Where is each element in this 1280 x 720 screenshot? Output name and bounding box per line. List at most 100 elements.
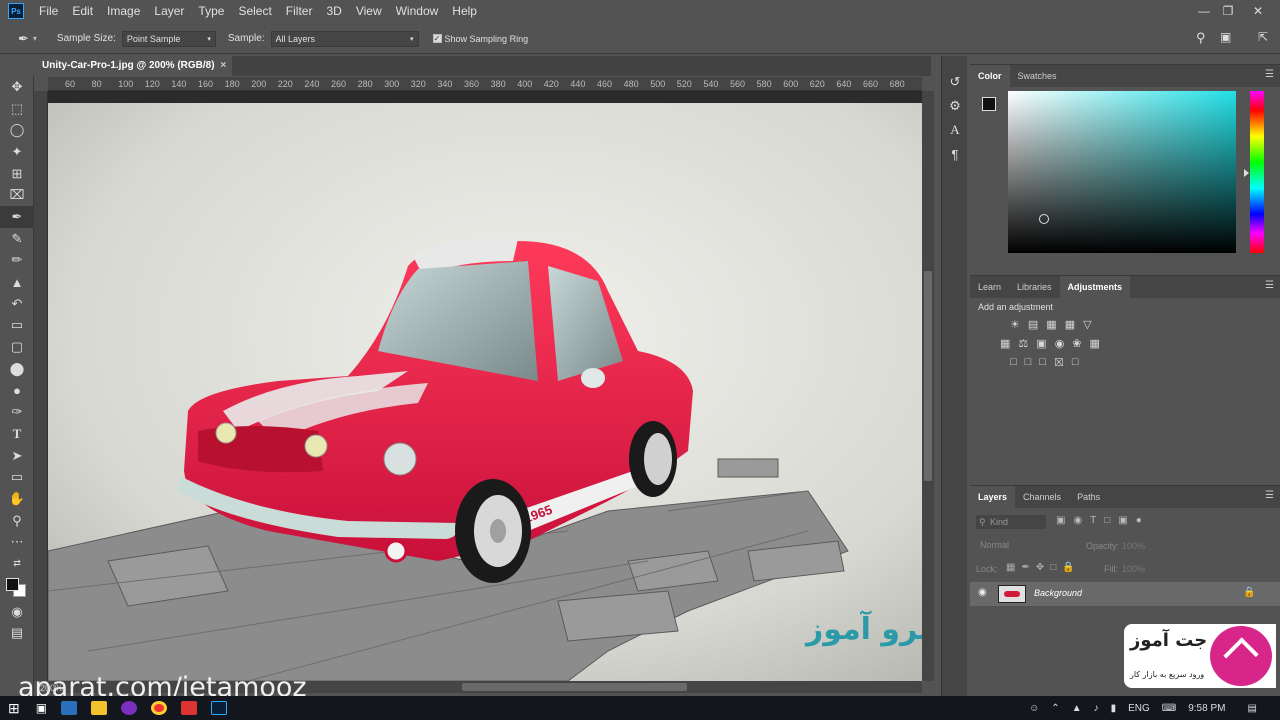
lasso-tool-icon[interactable]: ◯ <box>0 119 34 141</box>
fill-value[interactable]: 100% <box>1122 564 1145 574</box>
menu-window[interactable]: Window <box>389 0 446 22</box>
posterize-icon[interactable]: □ <box>1025 356 1032 369</box>
healing-brush-tool-icon[interactable]: ✎ <box>0 228 34 250</box>
channel-mixer-icon[interactable]: ❀ <box>1072 337 1081 350</box>
opacity-value[interactable]: 100% <box>1122 541 1145 551</box>
chevron-down-icon[interactable]: ▾ <box>33 34 37 43</box>
menu-edit[interactable]: Edit <box>65 0 100 22</box>
battery-icon[interactable]: ▮ <box>1111 703 1117 714</box>
threshold-icon[interactable]: □ <box>1039 356 1046 369</box>
eyedropper-tool-icon[interactable]: ✒ <box>18 31 29 47</box>
tab-adjustments[interactable]: Adjustments <box>1059 276 1131 298</box>
media-player-icon[interactable] <box>121 701 138 715</box>
tab-paths[interactable]: Paths <box>1069 486 1108 508</box>
panel-menu-icon[interactable]: ☰ <box>1265 490 1274 501</box>
menu-filter[interactable]: Filter <box>279 0 320 22</box>
hue-saturation-icon[interactable]: ▦ <box>1000 337 1010 350</box>
chrome-icon[interactable] <box>151 701 168 715</box>
hue-slider-handle[interactable] <box>1244 169 1249 177</box>
gradient-tool-icon[interactable]: ▢ <box>0 336 34 358</box>
close-icon[interactable]: ✕ <box>1244 0 1272 22</box>
wifi-icon[interactable]: ▲ <box>1072 703 1082 714</box>
search-icon[interactable]: ⚲ <box>1196 30 1206 46</box>
restore-icon[interactable]: ❐ <box>1214 0 1242 22</box>
exposure-icon[interactable]: ▦ <box>1065 318 1075 331</box>
photo-filter-icon[interactable]: ◉ <box>1055 337 1065 350</box>
pen-tool-icon[interactable]: ✑ <box>0 401 34 423</box>
hue-slider[interactable] <box>1250 91 1264 253</box>
language-indicator[interactable]: ENG <box>1128 703 1150 714</box>
crop-tool-icon[interactable]: ⊞ <box>0 163 34 185</box>
quick-mask-icon[interactable]: ◉ <box>0 601 34 623</box>
lock-icons[interactable]: ▦✒✥□🔒 <box>1006 562 1081 573</box>
hand-tool-icon[interactable]: ✋ <box>0 488 34 510</box>
properties-panel-icon[interactable]: ⚙ <box>942 94 968 118</box>
menu-layer[interactable]: Layer <box>147 0 191 22</box>
layer-row[interactable]: ◉ Background 🔒 <box>970 582 1280 606</box>
color-swap-icon[interactable]: ⇄ <box>0 553 34 575</box>
eye-icon[interactable]: ◉ <box>978 587 987 598</box>
type-tool-icon[interactable]: T <box>0 423 34 445</box>
panel-menu-icon[interactable]: ☰ <box>1265 69 1274 80</box>
clone-stamp-tool-icon[interactable]: ▲ <box>0 271 34 293</box>
foreground-background-colors[interactable] <box>0 575 34 601</box>
menu-type[interactable]: Type <box>191 0 231 22</box>
share-icon[interactable]: ⇱ <box>1258 30 1268 44</box>
more-tools-icon[interactable]: ⋯ <box>0 531 34 553</box>
blur-tool-icon[interactable]: ⬤ <box>0 358 34 380</box>
input-icon[interactable]: ⌨ <box>1162 703 1176 714</box>
color-field[interactable] <box>1008 91 1236 253</box>
menu-3d[interactable]: 3D <box>319 0 348 22</box>
invert-icon[interactable]: □ <box>1010 356 1017 369</box>
menu-image[interactable]: Image <box>100 0 147 22</box>
curves-icon[interactable]: ▦ <box>1046 318 1056 331</box>
sticky-notes-icon[interactable] <box>91 701 108 715</box>
frame-tool-icon[interactable]: ⌧ <box>0 184 34 206</box>
show-sampling-ring-checkbox[interactable]: ✓ <box>432 34 442 43</box>
foreground-color-swatch[interactable] <box>6 577 19 591</box>
menu-view[interactable]: View <box>349 0 389 22</box>
vibrance-icon[interactable]: ▽ <box>1083 318 1091 331</box>
task-view-icon[interactable]: ▣ <box>36 701 47 715</box>
workspace-icon[interactable]: ▣ <box>1220 30 1231 44</box>
volume-icon[interactable]: ♪ <box>1094 703 1099 714</box>
dodge-tool-icon[interactable]: ● <box>0 380 34 402</box>
black-white-icon[interactable]: ▣ <box>1036 337 1046 350</box>
screen-mode-icon[interactable]: ▤ <box>0 623 34 645</box>
color-balance-icon[interactable]: ⚖ <box>1018 337 1028 350</box>
people-icon[interactable]: ☺ <box>1029 703 1039 714</box>
gradient-map-icon[interactable]: □ <box>1072 356 1079 369</box>
horizontal-scroll-thumb[interactable] <box>462 683 687 691</box>
close-tab-icon[interactable]: × <box>220 60 226 71</box>
path-selection-tool-icon[interactable]: ➤ <box>0 445 34 467</box>
tab-color[interactable]: Color <box>970 65 1010 87</box>
sample-select[interactable]: All Layers ▾ <box>270 30 419 47</box>
levels-icon[interactable]: ▤ <box>1028 318 1038 331</box>
sample-size-select[interactable]: Point Sample ▾ <box>121 30 216 47</box>
layer-filter-field[interactable]: ⚲ Kind <box>976 515 1046 529</box>
app-icon[interactable] <box>181 701 198 715</box>
zoom-tool-icon[interactable]: ⚲ <box>0 510 34 532</box>
layer-filter-icons[interactable]: ▣◉T□▣● <box>1056 515 1150 526</box>
document-tab[interactable]: Unity-Car-Pro-1.jpg @ 200% (RGB/8) × <box>36 56 233 76</box>
chevron-up-icon[interactable]: ⌃ <box>1051 703 1059 714</box>
tab-layers[interactable]: Layers <box>970 486 1016 508</box>
tab-swatches[interactable]: Swatches <box>1010 65 1065 87</box>
foreground-color-swatch[interactable] <box>982 97 996 111</box>
move-tool-icon[interactable]: ✥ <box>0 76 34 98</box>
brightness-contrast-icon[interactable]: ☀ <box>1010 318 1020 331</box>
color-lookup-icon[interactable]: ▦ <box>1090 337 1100 350</box>
history-panel-icon[interactable]: ↺ <box>942 70 968 94</box>
clock[interactable]: 9:58 PM <box>1188 703 1225 714</box>
selective-color-icon[interactable]: ☒ <box>1054 356 1064 369</box>
paragraph-panel-icon[interactable]: ¶ <box>942 142 968 166</box>
history-brush-tool-icon[interactable]: ↶ <box>0 293 34 315</box>
layer-name[interactable]: Background <box>1034 588 1082 598</box>
menu-file[interactable]: File <box>32 0 65 22</box>
menu-help[interactable]: Help <box>445 0 484 22</box>
tab-channels[interactable]: Channels <box>1015 486 1069 508</box>
brush-tool-icon[interactable]: ✏ <box>0 250 34 272</box>
magic-wand-tool-icon[interactable]: ✦ <box>0 141 34 163</box>
vertical-scroll-thumb[interactable] <box>924 271 932 481</box>
windows-start-icon[interactable]: ⊞ <box>8 700 20 717</box>
